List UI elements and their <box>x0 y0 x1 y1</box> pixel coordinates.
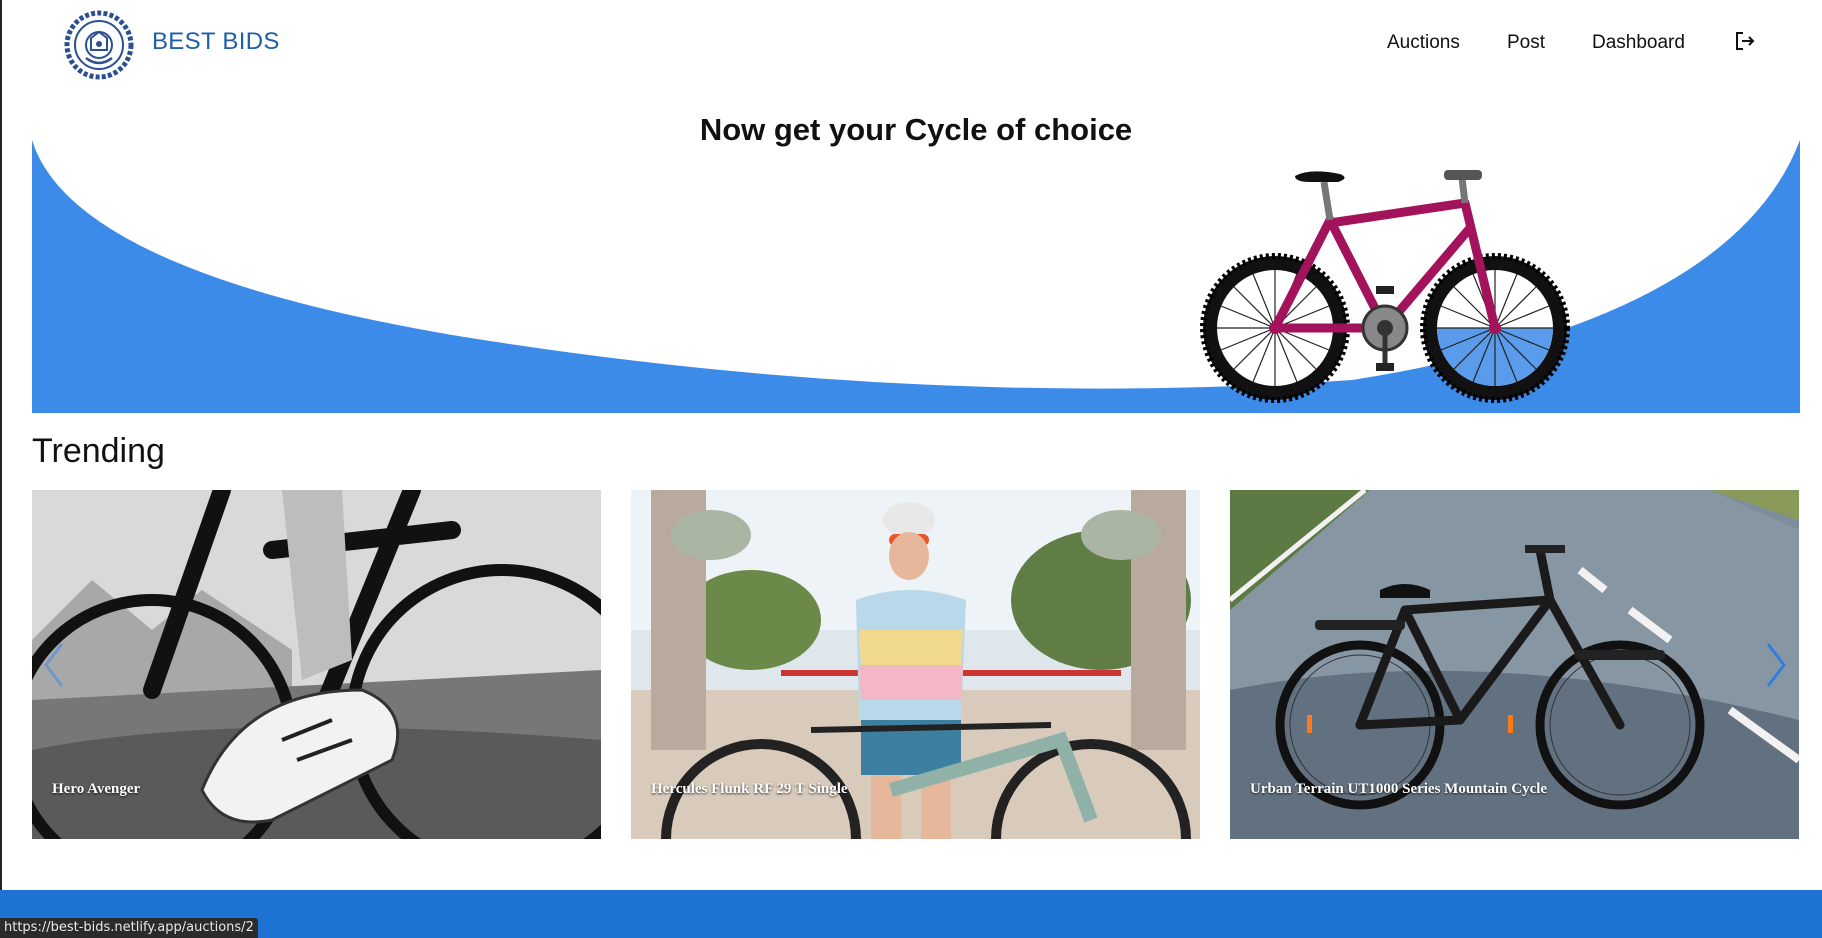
carousel-prev-arrow[interactable] <box>40 640 68 690</box>
nav-post[interactable]: Post <box>1507 32 1545 54</box>
carousel-next-arrow[interactable] <box>1762 640 1790 690</box>
trending-card-title[interactable]: Urban Terrain UT1000 Series Mountain Cyc… <box>1250 781 1547 798</box>
trending-card-title[interactable]: Hercules Flunk RF 29 T Single <box>651 781 848 798</box>
top-navbar: BEST BIDS Auctions Post Dashboard <box>0 0 1822 88</box>
hero-title: Now get your Cycle of choice <box>699 112 1133 147</box>
trending-card-urban-terrain[interactable]: Urban Terrain UT1000 Series Mountain Cyc… <box>1230 490 1799 839</box>
nav-dashboard[interactable]: Dashboard <box>1592 32 1685 54</box>
trending-heading: Trending <box>32 432 165 470</box>
trending-card-hercules-flunk[interactable]: Hercules Flunk RF 29 T Single <box>631 490 1200 839</box>
trending-card-hero-avenger[interactable]: Hero Avenger <box>32 490 601 839</box>
bicycle-illustration <box>1200 170 1570 403</box>
trending-carousel: Hero Avenger Hercules Flunk RF 29 T Sing… <box>32 490 1800 839</box>
logout-icon[interactable] <box>1734 30 1756 52</box>
brand-name[interactable]: BEST BIDS <box>152 28 280 56</box>
footer-bar <box>0 890 1822 938</box>
nav-auctions[interactable]: Auctions <box>1387 32 1460 54</box>
institute-logo[interactable] <box>64 10 134 80</box>
trending-card-title[interactable]: Hero Avenger <box>52 781 140 798</box>
browser-status-url: https://best-bids.netlify.app/auctions/2 <box>0 918 258 938</box>
